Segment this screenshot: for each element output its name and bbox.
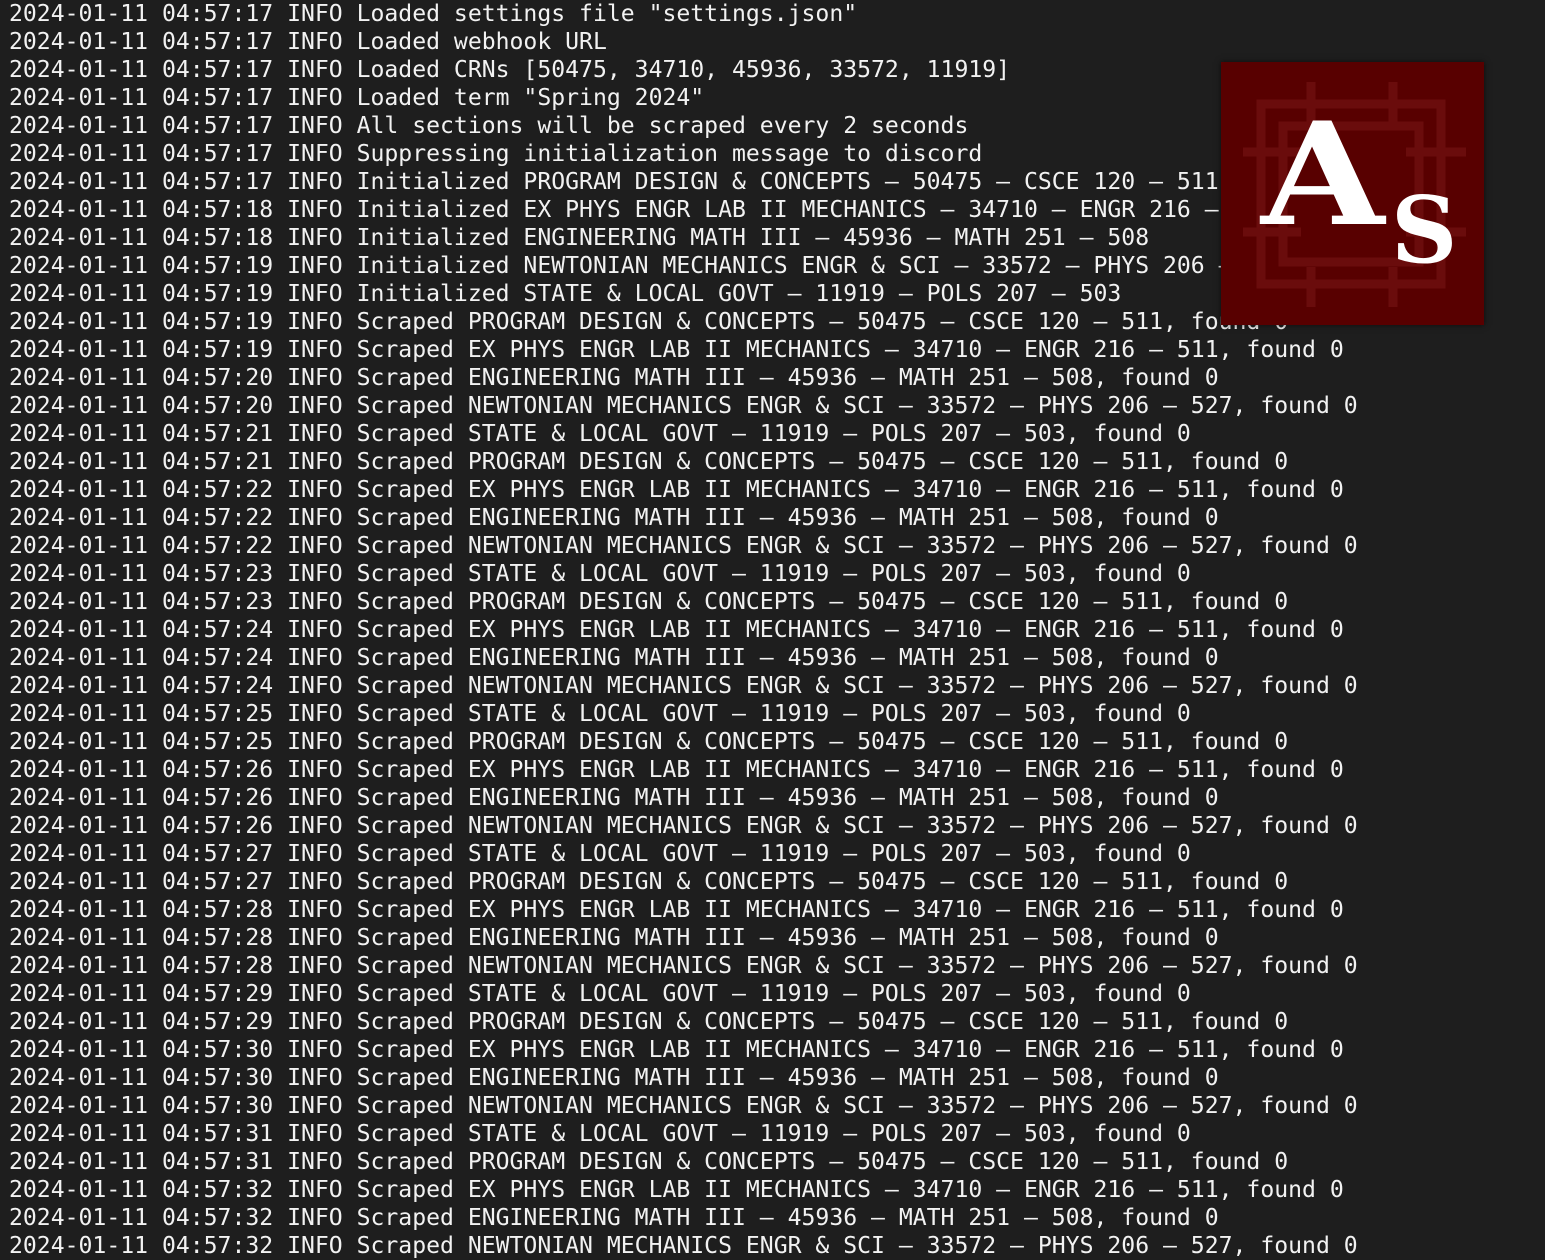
log-line: 2024-01-11 04:57:17 INFO Loaded term "Sp…: [9, 85, 705, 111]
terminal-window[interactable]: 2024-01-11 04:57:17 INFO Loaded settings…: [0, 0, 1545, 1260]
log-line: 2024-01-11 04:57:28 INFO Scraped NEWTONI…: [9, 953, 1358, 979]
log-line: 2024-01-11 04:57:25 INFO Scraped PROGRAM…: [9, 729, 1289, 755]
log-output: 2024-01-11 04:57:17 INFO Loaded settings…: [9, 0, 1358, 1260]
log-line: 2024-01-11 04:57:22 INFO Scraped NEWTONI…: [9, 533, 1358, 559]
log-line: 2024-01-11 04:57:22 INFO Scraped EX PHYS…: [9, 477, 1344, 503]
log-line: 2024-01-11 04:57:17 INFO Loaded CRNs [50…: [9, 57, 1011, 83]
log-line: 2024-01-11 04:57:32 INFO Scraped EX PHYS…: [9, 1177, 1344, 1203]
log-line: 2024-01-11 04:57:30 INFO Scraped NEWTONI…: [9, 1093, 1358, 1119]
log-line: 2024-01-11 04:57:23 INFO Scraped PROGRAM…: [9, 589, 1289, 615]
log-line: 2024-01-11 04:57:18 INFO Initialized EX …: [9, 197, 1275, 223]
log-line: 2024-01-11 04:57:19 INFO Scraped EX PHYS…: [9, 337, 1344, 363]
log-line: 2024-01-11 04:57:31 INFO Scraped PROGRAM…: [9, 1149, 1289, 1175]
log-line: 2024-01-11 04:57:17 INFO All sections wi…: [9, 113, 969, 139]
log-line: 2024-01-11 04:57:17 INFO Loaded settings…: [9, 1, 858, 27]
log-line: 2024-01-11 04:57:27 INFO Scraped PROGRAM…: [9, 869, 1289, 895]
log-line: 2024-01-11 04:57:20 INFO Scraped ENGINEE…: [9, 365, 1219, 391]
log-line: 2024-01-11 04:57:30 INFO Scraped ENGINEE…: [9, 1065, 1219, 1091]
log-line: 2024-01-11 04:57:29 INFO Scraped PROGRAM…: [9, 1009, 1289, 1035]
log-line: 2024-01-11 04:57:21 INFO Scraped STATE &…: [9, 421, 1191, 447]
log-line: 2024-01-11 04:57:32 INFO Scraped ENGINEE…: [9, 1205, 1219, 1231]
log-line: 2024-01-11 04:57:18 INFO Initialized ENG…: [9, 225, 1150, 251]
log-line: 2024-01-11 04:57:27 INFO Scraped STATE &…: [9, 841, 1191, 867]
log-line: 2024-01-11 04:57:22 INFO Scraped ENGINEE…: [9, 505, 1219, 531]
log-line: 2024-01-11 04:57:19 INFO Initialized NEW…: [9, 253, 1289, 279]
log-line: 2024-01-11 04:57:32 INFO Scraped NEWTONI…: [9, 1233, 1358, 1259]
log-line: 2024-01-11 04:57:25 INFO Scraped STATE &…: [9, 701, 1191, 727]
log-line: 2024-01-11 04:57:30 INFO Scraped EX PHYS…: [9, 1037, 1344, 1063]
log-line: 2024-01-11 04:57:19 INFO Scraped PROGRAM…: [9, 309, 1289, 335]
log-line: 2024-01-11 04:57:20 INFO Scraped NEWTONI…: [9, 393, 1358, 419]
log-line: 2024-01-11 04:57:28 INFO Scraped ENGINEE…: [9, 925, 1219, 951]
log-line: 2024-01-11 04:57:24 INFO Scraped EX PHYS…: [9, 617, 1344, 643]
log-line: 2024-01-11 04:57:24 INFO Scraped ENGINEE…: [9, 645, 1219, 671]
logo-letter-a: A: [1261, 92, 1385, 258]
app-logo: A S: [1221, 62, 1484, 325]
log-line: 2024-01-11 04:57:31 INFO Scraped STATE &…: [9, 1121, 1191, 1147]
log-line: 2024-01-11 04:57:17 INFO Loaded webhook …: [9, 29, 607, 55]
log-line: 2024-01-11 04:57:21 INFO Scraped PROGRAM…: [9, 449, 1289, 475]
log-line: 2024-01-11 04:57:26 INFO Scraped ENGINEE…: [9, 785, 1219, 811]
log-line: 2024-01-11 04:57:23 INFO Scraped STATE &…: [9, 561, 1191, 587]
log-line: 2024-01-11 04:57:28 INFO Scraped EX PHYS…: [9, 897, 1344, 923]
logo-letter-s: S: [1391, 176, 1458, 284]
log-line: 2024-01-11 04:57:29 INFO Scraped STATE &…: [9, 981, 1191, 1007]
log-line: 2024-01-11 04:57:17 INFO Suppressing ini…: [9, 141, 983, 167]
log-line: 2024-01-11 04:57:26 INFO Scraped NEWTONI…: [9, 813, 1358, 839]
log-line: 2024-01-11 04:57:26 INFO Scraped EX PHYS…: [9, 757, 1344, 783]
log-line: 2024-01-11 04:57:24 INFO Scraped NEWTONI…: [9, 673, 1358, 699]
log-line: 2024-01-11 04:57:19 INFO Initialized STA…: [9, 281, 1122, 307]
log-line: 2024-01-11 04:57:17 INFO Initialized PRO…: [9, 169, 1219, 195]
